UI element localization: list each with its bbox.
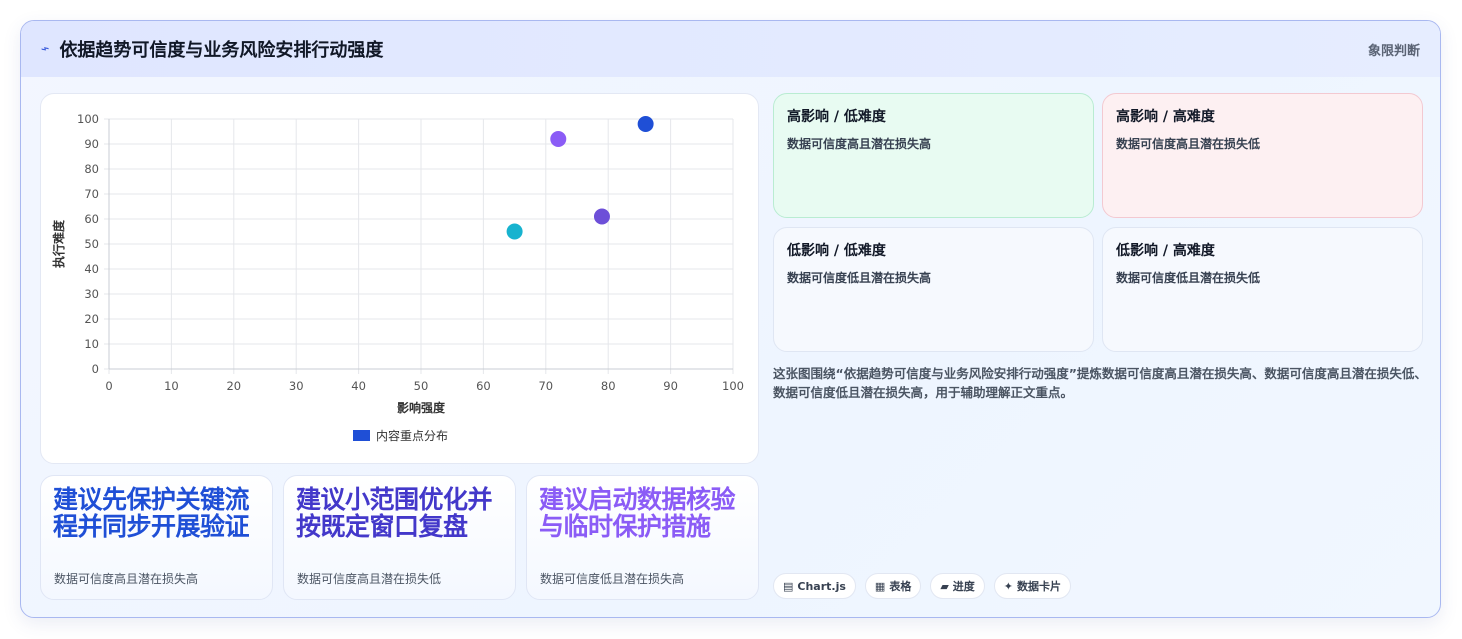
badge-label: Chart.js [797, 579, 846, 593]
quadrant-title: 高影响 / 高难度 [1116, 109, 1215, 125]
data-point [593, 208, 610, 225]
badge-progress[interactable]: ▰ 进度 [930, 573, 985, 599]
x-tick-label: 20 [226, 379, 241, 393]
quadrant-high-impact-high-difficulty: 高影响 / 高难度 数据可信度高且潜在损失低 [1102, 93, 1423, 218]
data-point [637, 116, 654, 132]
badge-label: 进度 [952, 580, 975, 593]
x-tick-label: 90 [663, 379, 678, 393]
data-point [550, 131, 567, 147]
x-tick-label: 60 [476, 379, 491, 393]
y-tick-label: 30 [84, 287, 99, 301]
x-tick-label: 70 [538, 379, 553, 393]
x-tick-label: 0 [105, 379, 112, 393]
table-icon: ▦ [874, 579, 886, 593]
x-tick-label: 10 [164, 379, 179, 393]
quadrant-low-impact-high-difficulty: 低影响 / 高难度 数据可信度低且潜在损失低 [1102, 227, 1423, 352]
sparkle-icon: ✦ [1003, 579, 1014, 593]
badge-data-card[interactable]: ✦ 数据卡片 [993, 573, 1072, 599]
x-tick-label: 100 [722, 379, 744, 393]
scatter-chart: 0 10 20 30 40 50 60 70 80 90 100 0 10 20 30 40 50 60 70 80 9… [51, 112, 744, 443]
chart-card: 0 10 20 30 40 50 60 70 80 90 100 0 10 20 30 40 50 60 70 80 9… [40, 93, 759, 464]
badge-label: 表格 [889, 580, 912, 593]
y-tick-label: 100 [77, 112, 99, 126]
y-tick-label: 40 [84, 262, 99, 276]
tech-badges: ▤ Chart.js ▦ 表格 ▰ 进度 ✦ 数据卡片 [773, 573, 1072, 599]
header-tag: 象限判断 [1367, 44, 1420, 59]
recommendation-sub: 数据可信度高且潜在损失高 [54, 572, 199, 586]
progress-icon: ▰ [940, 579, 949, 593]
quadrant-title: 低影响 / 低难度 [787, 243, 886, 259]
y-tick-label: 50 [84, 237, 99, 251]
panel-header: ⌁ 依据趋势可信度与业务风险安排行动强度 象限判断 [21, 21, 1440, 77]
x-tick-label: 30 [289, 379, 304, 393]
badge-table[interactable]: ▦ 表格 [864, 573, 922, 599]
y-tick-label: 10 [84, 337, 99, 351]
quadrant-title: 高影响 / 低难度 [787, 109, 886, 125]
chart-icon: ▤ [783, 579, 794, 593]
y-tick-label: 0 [92, 362, 99, 376]
y-tick-label: 60 [84, 212, 99, 226]
y-tick-label: 70 [84, 187, 99, 201]
recommendation-sub: 数据可信度高且潜在损失低 [297, 572, 442, 586]
quadrant-title: 低影响 / 高难度 [1116, 243, 1215, 259]
x-axis-title: 影响强度 [397, 400, 446, 415]
legend-label: 内容重点分布 [376, 428, 448, 443]
recommendation-card-2: 建议小范围优化并按既定窗口复盘 数据可信度高且潜在损失低 [283, 475, 516, 600]
quadrant-high-impact-low-difficulty: 高影响 / 低难度 数据可信度高且潜在损失高 [773, 93, 1094, 218]
badge-chartjs[interactable]: ▤ Chart.js [773, 573, 856, 599]
recommendation-title: 建议启动数据核验与临时保护措施 [539, 485, 736, 541]
quadrant-low-impact-low-difficulty: 低影响 / 低难度 数据可信度低且潜在损失高 [773, 227, 1094, 352]
quadrant-desc: 数据可信度高且潜在损失低 [1116, 137, 1261, 151]
x-tick-label: 80 [601, 379, 616, 393]
data-point [506, 223, 523, 240]
y-tick-label: 80 [84, 162, 99, 176]
badge-label: 数据卡片 [1017, 580, 1062, 593]
quadrant-desc: 数据可信度低且潜在损失低 [1116, 271, 1261, 285]
panel-title: 依据趋势可信度与业务风险安排行动强度 [59, 40, 384, 61]
y-tick-label: 20 [84, 312, 99, 326]
x-tick-label: 50 [414, 379, 429, 393]
y-tick-label: 90 [84, 137, 99, 151]
recommendation-title: 建议小范围优化并按既定窗口复盘 [296, 485, 493, 541]
lightning-icon: ⌁ [38, 40, 52, 58]
x-tick-label: 40 [351, 379, 366, 393]
recommendation-sub: 数据可信度低且潜在损失高 [540, 572, 685, 586]
chart-description: 这张图围绕“依据趋势可信度与业务风险安排行动强度”提炼数据可信度高且潜在损失高、… [773, 366, 1427, 400]
recommendation-card-1: 建议先保护关键流程并同步开展验证 数据可信度高且潜在损失高 [40, 475, 273, 600]
main-panel: ⌁ 依据趋势可信度与业务风险安排行动强度 象限判断 0 10 20 30 40 50 60 7… [20, 20, 1441, 618]
legend-swatch [353, 430, 370, 441]
recommendation-card-3: 建议启动数据核验与临时保护措施 数据可信度低且潜在损失高 [526, 475, 759, 600]
y-axis-title: 执行难度 [51, 219, 66, 268]
recommendation-title: 建议先保护关键流程并同步开展验证 [53, 485, 250, 541]
quadrant-desc: 数据可信度低且潜在损失高 [787, 271, 932, 285]
quadrant-desc: 数据可信度高且潜在损失高 [787, 137, 932, 151]
